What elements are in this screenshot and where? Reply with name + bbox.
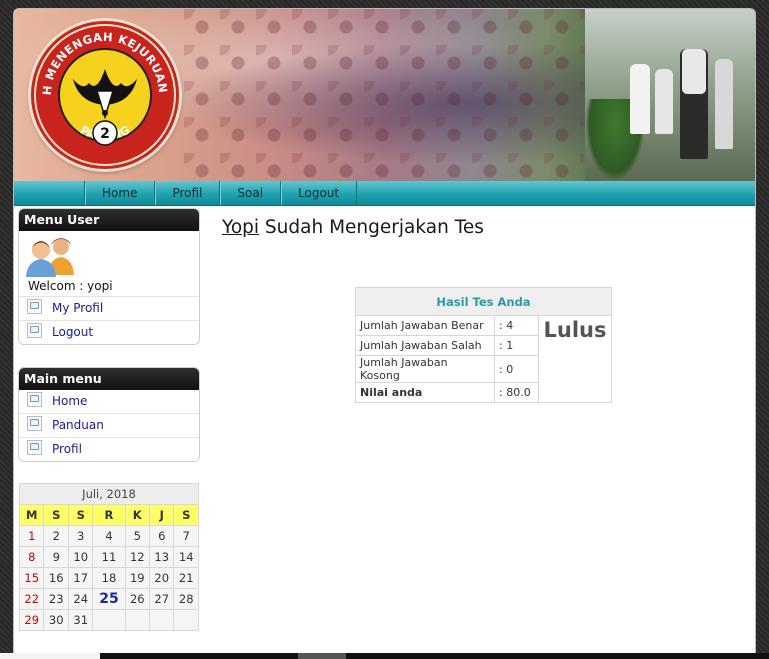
broken-image-icon <box>27 440 42 455</box>
main-menu-box: Main menu Home Panduan Profil <box>18 367 200 462</box>
menu-user-title: Menu User <box>19 209 199 231</box>
calendar-day[interactable]: 31 <box>67 609 94 631</box>
calendar-day[interactable]: 10 <box>67 546 94 568</box>
calendar-day[interactable]: 21 <box>173 567 199 589</box>
calendar-day[interactable]: 16 <box>43 567 69 589</box>
taskbar-strip <box>0 653 769 659</box>
calendar-day[interactable]: 2 <box>43 525 69 547</box>
result-table: Hasil Tes Anda Jumlah Jawaban Benar : 4 … <box>355 287 612 403</box>
calendar-day[interactable]: 5 <box>124 525 151 547</box>
result-value: : 1 <box>494 335 539 356</box>
menu-user-box: Menu User Welcom : yopi My Profil Logout <box>18 208 200 345</box>
logo-number: 2 <box>100 126 110 142</box>
calendar-day[interactable]: 20 <box>148 567 175 589</box>
calendar-day <box>148 609 175 631</box>
home-link[interactable]: Home <box>52 394 87 408</box>
main-menu-item-panduan[interactable]: Panduan <box>19 414 199 438</box>
calendar-day[interactable]: 29 <box>18 609 45 631</box>
result-value: : 80.0 <box>494 382 539 403</box>
calendar-day[interactable]: 23 <box>43 588 69 610</box>
calendar-day[interactable]: 8 <box>18 546 45 568</box>
menu-user-item-logout[interactable]: Logout <box>19 321 199 344</box>
broken-image-icon <box>27 416 42 431</box>
broken-image-icon <box>27 392 42 407</box>
calendar-day[interactable]: 24 <box>67 588 94 610</box>
banner-pattern <box>184 9 604 181</box>
calendar-day[interactable]: 19 <box>124 567 151 589</box>
broken-image-icon <box>27 299 42 314</box>
nav-logout[interactable]: Logout <box>280 181 358 205</box>
result-status: Lulus <box>538 315 612 403</box>
calendar-weekday: S <box>67 504 94 526</box>
calendar-weekday: M <box>18 504 45 526</box>
my-profil-link[interactable]: My Profil <box>52 301 103 315</box>
calendar-day[interactable]: 30 <box>43 609 69 631</box>
nav-profil[interactable]: Profil <box>154 181 219 205</box>
user-name-link[interactable]: Yopi <box>222 217 259 238</box>
result-value: : 4 <box>494 315 539 336</box>
calendar: Juli, 2018 MSSRKJS 1 2 3 4 5 6 7 8 9 10 11 12 13 14 15… <box>18 483 199 631</box>
calendar-weekday: R <box>92 504 126 526</box>
users-avatar-icon <box>19 231 199 277</box>
calendar-day[interactable]: 9 <box>43 546 69 568</box>
main-menu-item-home[interactable]: Home <box>19 390 199 414</box>
page-title: Yopi Sudah Mengerjakan Tes <box>222 217 484 238</box>
calendar-day <box>92 609 126 631</box>
result-label: Jumlah Jawaban Kosong <box>355 355 495 383</box>
calendar-day-today[interactable]: 25 <box>92 588 126 610</box>
calendar-day[interactable]: 1 <box>18 525 45 547</box>
calendar-day[interactable]: 27 <box>148 588 175 610</box>
school-logo-emblem: SEKOLAH MENENGAH KEJURUAN NEGERI PADANG … <box>31 21 176 166</box>
calendar-day[interactable]: 22 <box>18 588 45 610</box>
school-logo: SEKOLAH MENENGAH KEJURUAN NEGERI PADANG … <box>31 21 179 169</box>
calendar-day[interactable]: 14 <box>173 546 199 568</box>
calendar-weekday: S <box>173 504 199 526</box>
result-value: : 0 <box>494 355 539 383</box>
nav-home[interactable]: Home <box>84 181 154 205</box>
calendar-day[interactable]: 7 <box>173 525 199 547</box>
top-nav: Home Profil Soal Logout <box>14 181 755 206</box>
calendar-day[interactable]: 15 <box>18 567 45 589</box>
page-container: SEKOLAH MENENGAH KEJURUAN NEGERI PADANG … <box>13 8 756 655</box>
calendar-weekday: J <box>148 504 175 526</box>
result-label: Nilai anda <box>355 382 495 403</box>
calendar-day <box>173 609 199 631</box>
welcome-text: Welcom : yopi <box>19 276 199 297</box>
calendar-day <box>124 609 151 631</box>
panduan-link[interactable]: Panduan <box>52 418 104 432</box>
calendar-day[interactable]: 12 <box>124 546 151 568</box>
header-banner: SEKOLAH MENENGAH KEJURUAN NEGERI PADANG … <box>14 9 755 181</box>
calendar-day[interactable]: 4 <box>92 525 126 547</box>
calendar-day[interactable]: 26 <box>124 588 151 610</box>
calendar-day[interactable]: 3 <box>67 525 94 547</box>
logout-link[interactable]: Logout <box>52 325 93 339</box>
calendar-caption: Juli, 2018 <box>19 483 199 505</box>
calendar-day[interactable]: 13 <box>148 546 175 568</box>
calendar-day[interactable]: 28 <box>173 588 199 610</box>
result-label: Jumlah Jawaban Salah <box>355 335 495 356</box>
calendar-day[interactable]: 18 <box>92 567 126 589</box>
main-menu-title: Main menu <box>19 368 199 390</box>
profil-link[interactable]: Profil <box>52 442 82 456</box>
calendar-day[interactable]: 17 <box>67 567 94 589</box>
main-menu-item-profil[interactable]: Profil <box>19 438 199 461</box>
calendar-day[interactable]: 11 <box>92 546 126 568</box>
calendar-weekday: K <box>124 504 151 526</box>
broken-image-icon <box>27 323 42 338</box>
menu-user-item-my-profil[interactable]: My Profil <box>19 297 199 321</box>
result-heading: Hasil Tes Anda <box>355 287 612 316</box>
banner-photo <box>585 9 755 181</box>
calendar-day[interactable]: 6 <box>148 525 175 547</box>
result-label: Jumlah Jawaban Benar <box>355 315 495 336</box>
nav-soal[interactable]: Soal <box>219 181 280 205</box>
calendar-weekday: S <box>43 504 69 526</box>
page-title-text: Sudah Mengerjakan Tes <box>259 217 484 238</box>
